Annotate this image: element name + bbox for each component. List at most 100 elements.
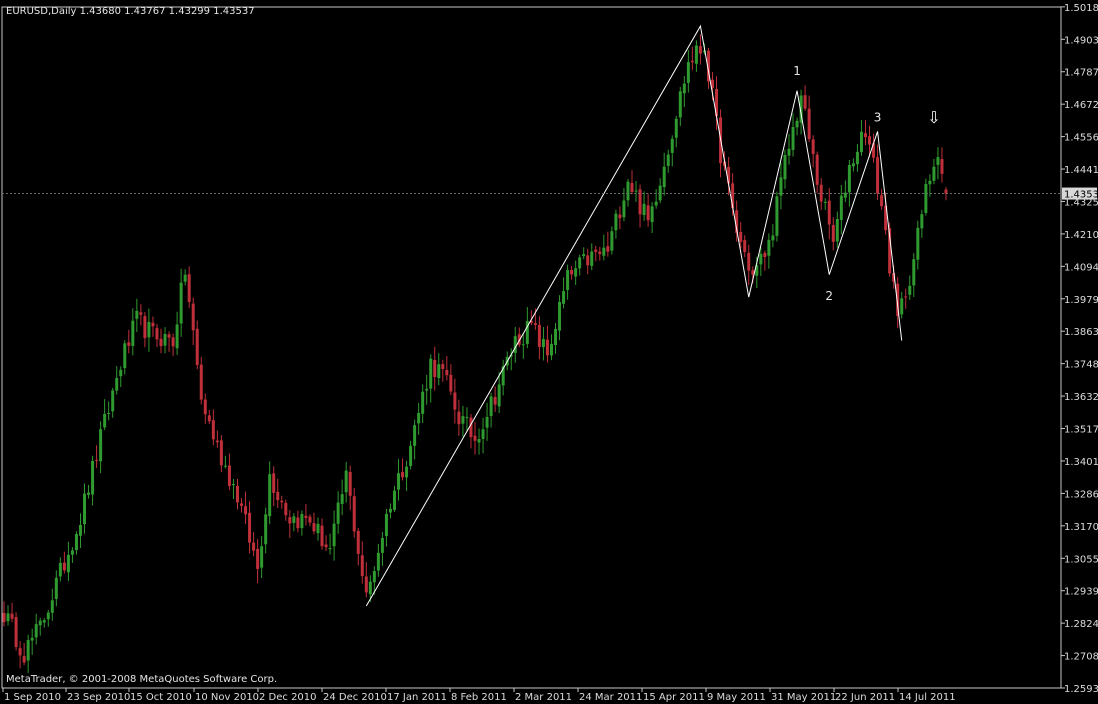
candle-body bbox=[904, 296, 908, 298]
candle bbox=[58, 557, 62, 582]
candle-body bbox=[908, 285, 912, 295]
candle bbox=[433, 346, 437, 391]
candle bbox=[646, 193, 650, 227]
candle bbox=[594, 245, 598, 262]
candle-body bbox=[465, 416, 469, 418]
copyright-footer: MetaTrader, © 2001-2008 MetaQuotes Softw… bbox=[6, 674, 277, 685]
candle bbox=[244, 491, 248, 524]
candlestick-chart[interactable]: 1 2 3 ⇩ 1.50185 1.49030 1.47875 1.46720 1.45565… bbox=[0, 0, 1098, 704]
candle bbox=[356, 527, 360, 566]
candle bbox=[936, 147, 940, 180]
candle-body bbox=[610, 231, 614, 251]
candle bbox=[815, 151, 819, 194]
candle bbox=[223, 455, 227, 469]
candle-body bbox=[775, 196, 779, 236]
candle-body bbox=[26, 640, 30, 661]
candle bbox=[179, 268, 183, 337]
candle bbox=[598, 246, 602, 261]
candle bbox=[296, 510, 300, 533]
candle bbox=[453, 378, 457, 424]
candle-body bbox=[167, 334, 171, 338]
candle bbox=[312, 512, 316, 535]
time-tick-label: 1 Sep 2010 bbox=[4, 692, 61, 703]
candle-body bbox=[650, 206, 654, 223]
candle bbox=[364, 562, 368, 598]
candle bbox=[50, 588, 54, 621]
candle bbox=[384, 508, 388, 547]
candle bbox=[880, 189, 884, 210]
candle bbox=[541, 327, 545, 361]
candle-body bbox=[855, 151, 859, 165]
candle bbox=[115, 366, 119, 395]
candle-body bbox=[630, 182, 634, 193]
chart-window[interactable]: 1 2 3 ⇩ 1.50185 1.49030 1.47875 1.46720 1.45565… bbox=[0, 0, 1098, 704]
candle bbox=[783, 149, 787, 189]
candle bbox=[876, 144, 880, 200]
candle-body bbox=[163, 333, 167, 346]
candle bbox=[590, 243, 594, 271]
candle bbox=[119, 366, 123, 388]
candle bbox=[87, 484, 91, 499]
candle-body bbox=[541, 339, 545, 348]
candle bbox=[501, 359, 505, 396]
candle-body bbox=[111, 390, 115, 412]
candle bbox=[493, 386, 497, 413]
candle-body bbox=[119, 369, 123, 377]
candle-body bbox=[183, 274, 187, 282]
time-tick-label: 22 Jun 2011 bbox=[835, 692, 895, 703]
price-tick-label: 1.25930 bbox=[1064, 684, 1098, 695]
candle bbox=[392, 485, 396, 513]
candle-body bbox=[95, 459, 99, 461]
time-tick-label: 8 Feb 2011 bbox=[451, 692, 507, 703]
candle-body bbox=[859, 131, 863, 153]
candle-body bbox=[634, 190, 638, 192]
candle bbox=[654, 189, 658, 209]
candle-body bbox=[839, 195, 843, 220]
candle-body bbox=[135, 310, 139, 319]
candle-body bbox=[763, 252, 767, 258]
time-tick-label: 2 Dec 2010 bbox=[259, 692, 317, 703]
candle-body bbox=[18, 648, 22, 656]
candle-body bbox=[215, 440, 219, 443]
candle bbox=[175, 311, 179, 355]
candle bbox=[638, 184, 642, 228]
candle bbox=[139, 304, 143, 326]
candle bbox=[602, 234, 606, 261]
candle bbox=[195, 320, 199, 370]
candle bbox=[650, 202, 654, 234]
candle bbox=[409, 440, 413, 470]
candle bbox=[843, 180, 847, 203]
candle bbox=[916, 220, 920, 270]
candle bbox=[352, 487, 356, 538]
candle-body bbox=[211, 420, 215, 440]
candle bbox=[606, 231, 610, 257]
candle bbox=[517, 327, 521, 348]
candle bbox=[570, 266, 574, 280]
candle bbox=[807, 95, 811, 142]
time-tick-label: 2 Mar 2011 bbox=[515, 692, 572, 703]
candle bbox=[690, 46, 694, 71]
candle bbox=[767, 233, 771, 269]
time-axis[interactable]: 1 Sep 2010 23 Sep 2010 15 Oct 2010 10 Nov 2… bbox=[2, 688, 956, 703]
candle-body bbox=[30, 637, 34, 641]
candle-body bbox=[380, 538, 384, 553]
candle-body bbox=[940, 159, 944, 174]
candle bbox=[316, 517, 320, 541]
candle bbox=[521, 332, 525, 359]
candle-body bbox=[99, 429, 103, 462]
candle bbox=[66, 541, 70, 582]
candle-body bbox=[344, 470, 348, 493]
time-tick-label: 15 Apr 2011 bbox=[643, 692, 705, 703]
candle-body bbox=[678, 91, 682, 118]
candle-body bbox=[835, 218, 839, 242]
candle bbox=[908, 275, 912, 300]
candle-body bbox=[179, 282, 183, 324]
candle-body bbox=[231, 484, 235, 486]
candle bbox=[872, 133, 876, 163]
candle bbox=[107, 401, 111, 421]
candle bbox=[610, 226, 614, 255]
candle bbox=[779, 162, 783, 210]
candle bbox=[449, 364, 453, 395]
candle bbox=[477, 428, 481, 455]
candle-body bbox=[900, 298, 904, 315]
